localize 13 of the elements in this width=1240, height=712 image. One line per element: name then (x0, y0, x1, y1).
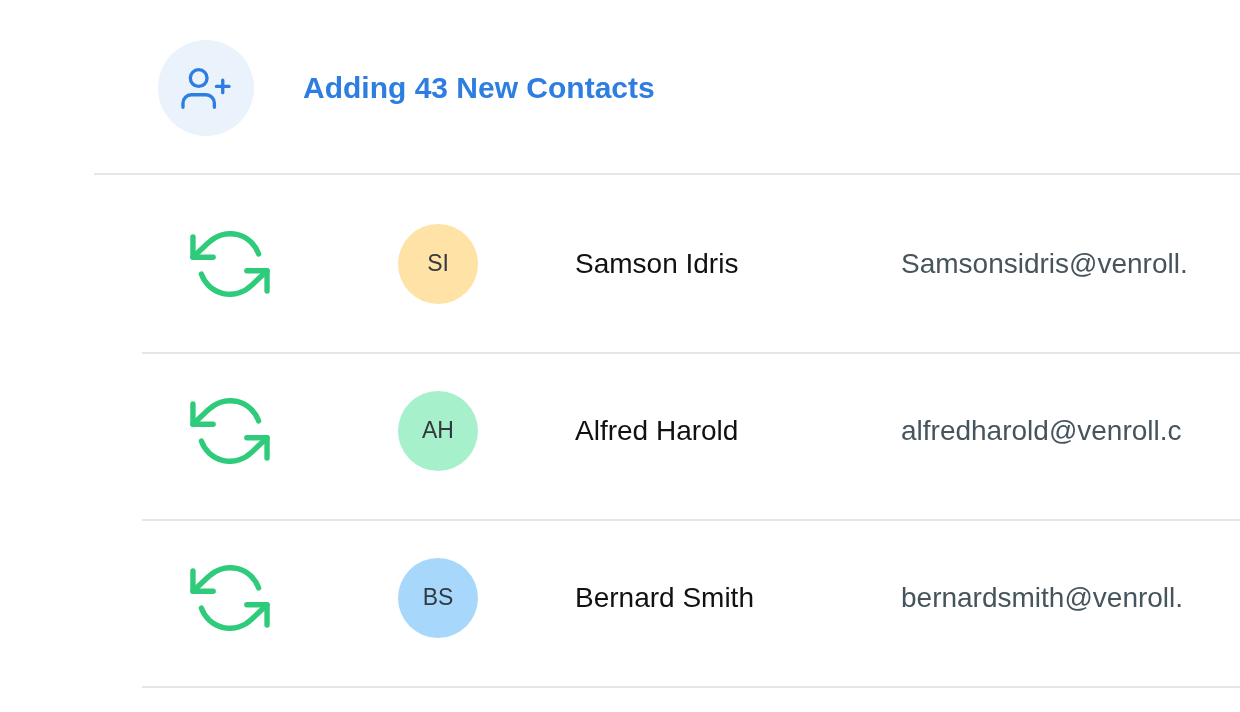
initials-avatar: BS (398, 557, 478, 638)
refresh-icon (190, 230, 270, 297)
initials-avatar: AH (398, 390, 478, 471)
contact-name: Bernard Smith (575, 581, 755, 614)
refresh-icon (190, 397, 270, 464)
initials-avatar: SI (398, 223, 478, 304)
refresh-icon (190, 564, 270, 631)
header-title: Adding 43 New Contacts (303, 71, 655, 105)
contact-email: bernardsmith@venroll. (901, 581, 1184, 614)
contact-email: alfredharold@venroll.c (901, 414, 1182, 447)
contact-name: Samson Idris (575, 247, 740, 280)
contact-email: Samsonsidris@venroll. (901, 247, 1188, 280)
contact-name: Alfred Harold (575, 414, 740, 447)
